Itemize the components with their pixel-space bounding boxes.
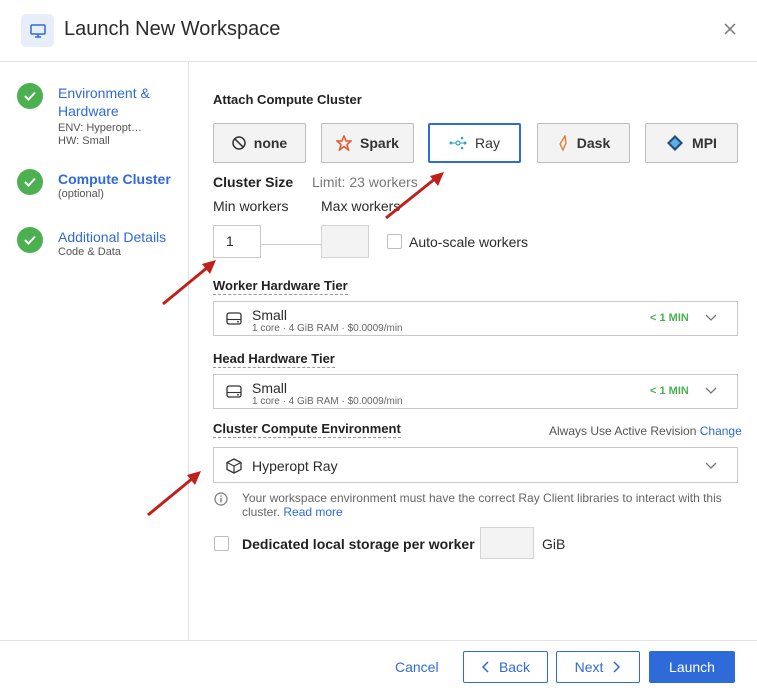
step-title[interactable]: Environment & Hardware [58, 84, 178, 120]
step-hw-summary: HW: Small [58, 135, 110, 147]
local-storage-checkbox[interactable] [214, 536, 229, 551]
attach-cluster-label: Attach Compute Cluster [213, 92, 362, 107]
worker-tier-label-text: Worker Hardware Tier [213, 278, 348, 295]
worker-limit: Limit: 23 workers [312, 174, 418, 190]
always-use-text: Always Use Active Revision [549, 424, 697, 438]
worker-tier-select[interactable]: Small 1 core · 4 GiB RAM · $0.0009/min <… [213, 301, 738, 336]
cluster-option-label: Dask [576, 135, 611, 151]
max-workers-input[interactable] [321, 225, 369, 258]
always-use-active-revision: Always Use Active Revision Change [549, 424, 742, 438]
head-tier-label-text: Head Hardware Tier [213, 351, 335, 368]
step-title[interactable]: Additional Details [58, 228, 178, 246]
next-label: Next [574, 659, 604, 675]
back-button[interactable]: Back [463, 651, 548, 683]
tier-name: Small [252, 380, 288, 396]
read-more-link[interactable]: Read more [283, 505, 342, 519]
min-workers-input[interactable]: 1 [213, 225, 261, 258]
compute-env-label-text: Cluster Compute Environment [213, 421, 401, 438]
info-icon [214, 492, 228, 506]
chevron-down-icon [705, 314, 717, 321]
hard-drive-icon [226, 312, 242, 325]
worker-tier-label: Worker Hardware Tier [213, 278, 348, 295]
head-tier-select[interactable]: Small 1 core · 4 GiB RAM · $0.0009/min <… [213, 374, 738, 409]
local-storage-input[interactable] [480, 527, 534, 559]
compute-env-label: Cluster Compute Environment [213, 421, 401, 438]
tier-startup-time: < 1 MIN [650, 385, 689, 397]
chevron-left-icon [481, 661, 489, 673]
cluster-option-label: MPI [692, 135, 717, 151]
step-subtitle: Code & Data [58, 246, 121, 258]
close-icon[interactable] [719, 18, 741, 40]
step-env-summary: ENV: Hyperopt… [58, 122, 142, 134]
check-icon [17, 83, 43, 109]
cancel-button[interactable]: Cancel [395, 659, 439, 675]
change-link[interactable]: Change [700, 424, 742, 438]
autoscale-checkbox[interactable] [387, 234, 402, 249]
min-workers-label: Min workers [213, 198, 289, 214]
tier-detail: 1 core · 4 GiB RAM · $0.0009/min [252, 323, 403, 334]
ray-client-info-cont: cluster. Read more [242, 504, 343, 520]
local-storage-label: Dedicated local storage per worker [242, 536, 475, 552]
monitor-icon [21, 14, 54, 47]
autoscale-label: Auto-scale workers [409, 234, 529, 250]
range-divider [261, 244, 321, 245]
chevron-down-icon [705, 387, 717, 394]
cluster-option-label: Ray [475, 135, 500, 151]
wizard-steps: Environment & Hardware ENV: Hyperopt… HW… [0, 62, 189, 640]
compute-env-select[interactable]: Hyperopt Ray [213, 447, 738, 483]
ray-icon [449, 136, 467, 150]
chevron-right-icon [613, 661, 621, 673]
step-title[interactable]: Compute Cluster [58, 170, 178, 188]
ray-client-info-end: cluster. [242, 505, 281, 519]
cluster-option-ray[interactable]: Ray [428, 123, 521, 163]
dialog-header: Launch New Workspace [0, 0, 757, 62]
tier-startup-time: < 1 MIN [650, 312, 689, 324]
back-label: Back [498, 659, 531, 675]
max-workers-label: Max workers [321, 198, 401, 214]
dialog-title: Launch New Workspace [64, 18, 281, 40]
storage-unit: GiB [542, 536, 566, 552]
head-tier-label: Head Hardware Tier [213, 351, 335, 368]
cluster-option-spark[interactable]: Spark [321, 123, 414, 163]
dask-icon [559, 135, 567, 151]
cube-icon [226, 458, 242, 474]
step-subtitle: (optional) [58, 188, 104, 200]
cluster-option-label: Spark [360, 135, 399, 151]
chevron-down-icon [705, 462, 717, 469]
compute-env-value: Hyperopt Ray [252, 458, 338, 474]
check-icon [17, 227, 43, 253]
compute-cluster-form: Attach Compute Cluster none Spark Ray Da… [190, 62, 757, 640]
cluster-option-label: none [253, 135, 288, 151]
cluster-option-dask[interactable]: Dask [537, 123, 630, 163]
next-button[interactable]: Next [556, 651, 640, 683]
ban-icon [232, 136, 246, 150]
cluster-option-mpi[interactable]: MPI [645, 123, 738, 163]
dialog-footer: Cancel Back Next Launch [0, 640, 757, 691]
tier-name: Small [252, 307, 288, 323]
cluster-option-none[interactable]: none [213, 123, 306, 163]
launch-button[interactable]: Launch [649, 651, 735, 683]
check-icon [17, 169, 43, 195]
tier-detail: 1 core · 4 GiB RAM · $0.0009/min [252, 396, 403, 407]
cluster-size-label: Cluster Size [213, 174, 294, 190]
mpi-icon [667, 135, 684, 151]
spark-icon [336, 135, 353, 151]
hard-drive-icon [226, 385, 242, 398]
